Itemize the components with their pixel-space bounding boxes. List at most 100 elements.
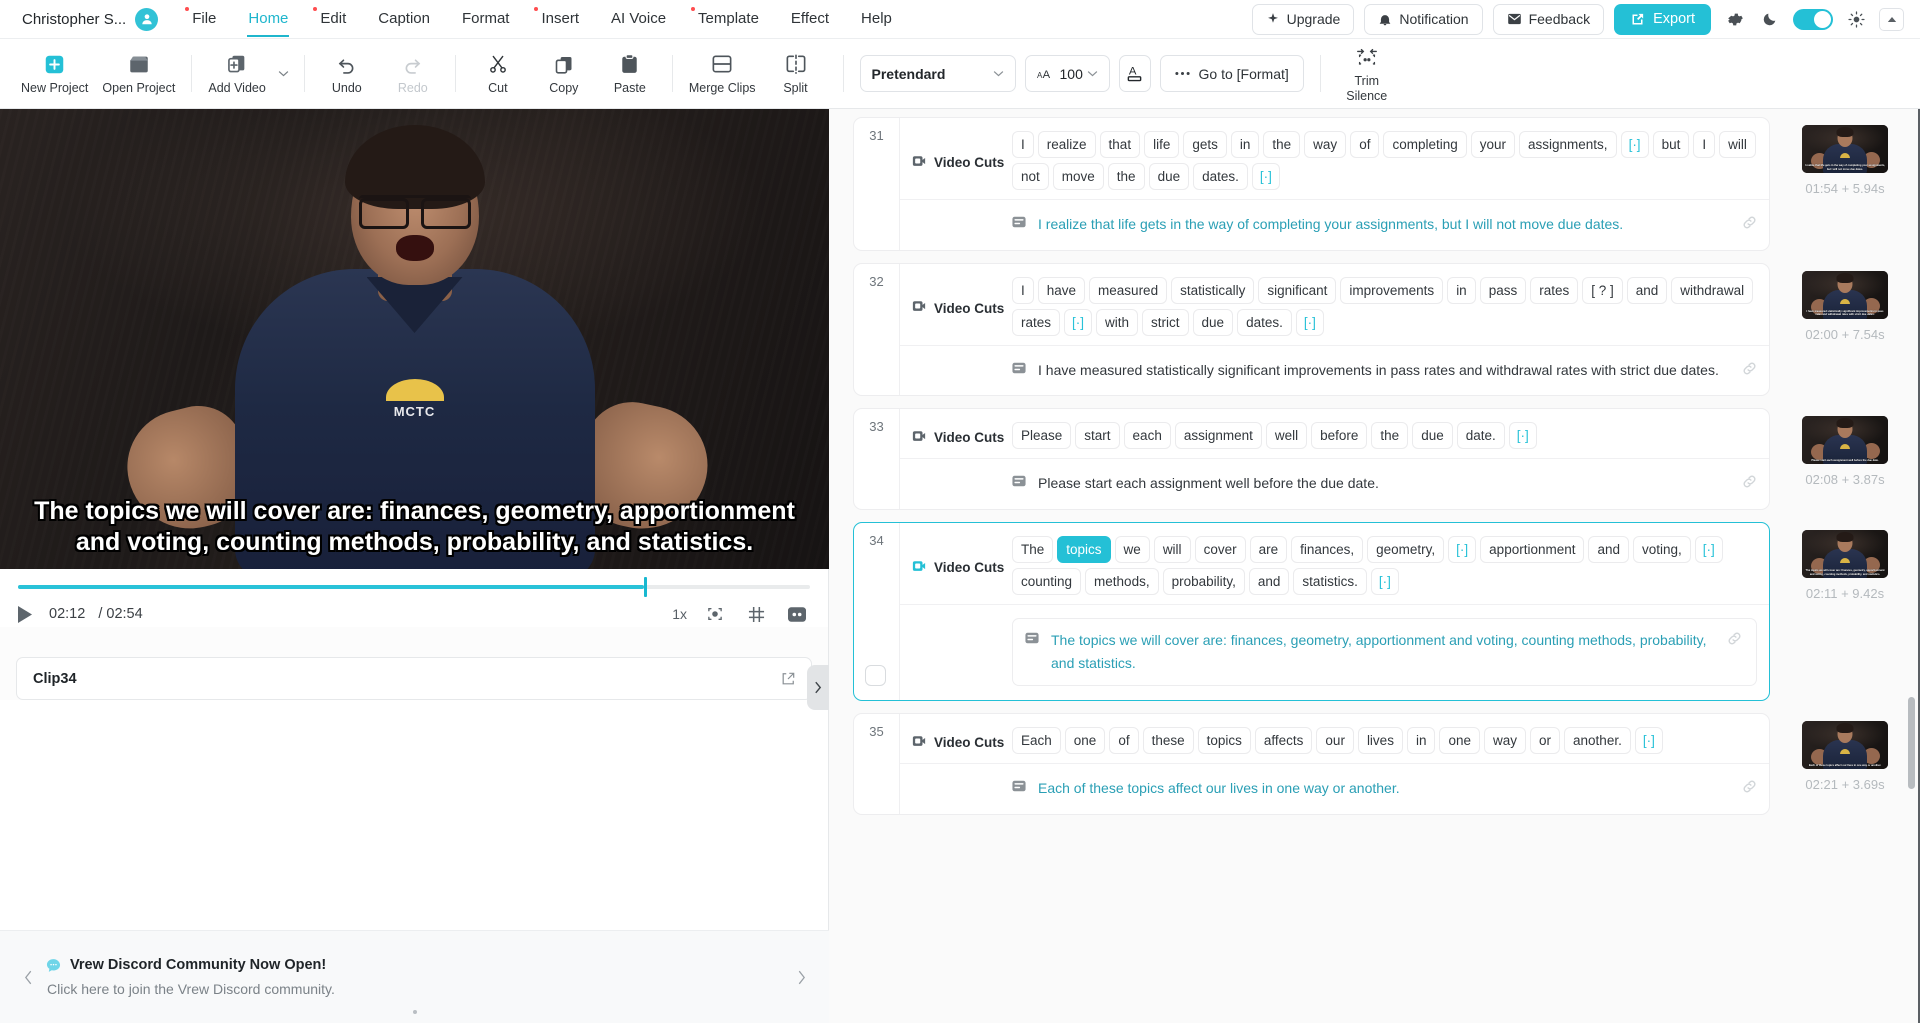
word-chip[interactable]: voting, — [1633, 536, 1691, 564]
row-thumbnail[interactable]: I have measured statistically significan… — [1802, 270, 1888, 319]
word-chip[interactable]: withdrawal — [1671, 276, 1754, 304]
go-to-format-button[interactable]: Go to [Format] — [1159, 55, 1304, 92]
paste-button[interactable]: Paste — [597, 39, 663, 108]
caption-container[interactable]: I realize that life gets in the way of c… — [1012, 213, 1757, 236]
word-chip[interactable]: that — [1099, 131, 1141, 158]
word-chip-gap[interactable]: [·] — [1064, 308, 1093, 336]
word-chip[interactable]: assignment — [1174, 422, 1262, 450]
collapse-ribbon-button[interactable] — [1879, 7, 1904, 31]
word-chip[interactable]: and — [1248, 568, 1290, 596]
caption-container[interactable]: Please start each assignment well before… — [1012, 472, 1757, 495]
word-chip[interactable]: realize — [1037, 131, 1096, 158]
gear-icon[interactable] — [1721, 6, 1747, 32]
word-chip[interactable]: and — [1588, 536, 1630, 564]
undo-button[interactable]: Undo — [314, 39, 380, 108]
caption-text[interactable]: Please start each assignment well before… — [1038, 472, 1732, 495]
word-chip[interactable]: affects — [1254, 727, 1313, 755]
word-chip[interactable]: geometry, — [1367, 536, 1445, 564]
link-icon[interactable] — [1742, 777, 1757, 799]
row-thumbnail[interactable]: I realize that life gets in the way of c… — [1802, 125, 1888, 173]
word-chip-gap[interactable]: [·] — [1620, 131, 1649, 158]
word-chip[interactable]: the — [1263, 131, 1301, 158]
word-chip[interactable]: improvements — [1340, 276, 1444, 304]
word-chip[interactable]: way — [1484, 727, 1527, 755]
word-chip[interactable]: one — [1064, 727, 1106, 755]
caption-text[interactable]: I realize that life gets in the way of c… — [1038, 213, 1732, 236]
word-chip[interactable]: are — [1249, 536, 1288, 564]
caption-text[interactable]: I have measured statistically significan… — [1038, 359, 1732, 382]
word-chip[interactable]: assignments, — [1519, 131, 1617, 158]
word-chip[interactable]: well — [1265, 422, 1308, 450]
user-account-chip[interactable]: Christopher S... — [10, 7, 168, 31]
row-thumbnail-item[interactable]: Please start each assignment well before… — [1770, 416, 1920, 487]
caption-text[interactable]: Each of these topics affect our lives in… — [1038, 777, 1732, 800]
link-icon[interactable] — [1742, 359, 1757, 381]
row-thumbnail[interactable]: Each of these topics affect our lives in… — [1802, 721, 1888, 770]
video-cuts-badge[interactable]: Video Cuts — [900, 418, 1012, 449]
word-chip[interactable]: have — [1037, 276, 1086, 304]
notice-prev-button[interactable] — [16, 970, 40, 985]
pane-collapse-handle[interactable] — [807, 665, 829, 710]
link-icon[interactable] — [1742, 472, 1757, 494]
menu-item-file[interactable]: File — [176, 1, 232, 37]
word-chip[interactable]: before — [1311, 422, 1368, 450]
subtitle-icon[interactable] — [784, 601, 810, 627]
sun-icon[interactable] — [1843, 6, 1869, 32]
word-chip[interactable]: Each — [1012, 727, 1061, 755]
word-chip[interactable]: in — [1447, 276, 1476, 304]
seek-bar-handle[interactable] — [643, 577, 647, 597]
open-external-icon[interactable] — [781, 672, 795, 686]
word-chip[interactable]: counting — [1012, 568, 1082, 596]
word-chip[interactable]: strict — [1142, 308, 1189, 336]
word-chip[interactable]: way — [1304, 131, 1347, 158]
word-chip[interactable]: life — [1144, 131, 1180, 158]
word-chip[interactable]: and — [1626, 276, 1668, 304]
row-thumbnail-item[interactable]: Each of these topics affect our lives in… — [1770, 721, 1920, 792]
word-chip[interactable]: dates. — [1237, 308, 1292, 336]
clip-card[interactable]: Clip34 — [16, 657, 812, 700]
word-chip-gap[interactable]: [·] — [1508, 422, 1537, 450]
add-video-button[interactable]: Add Video — [201, 39, 272, 108]
caption-text[interactable]: The topics we will cover are: finances, … — [1051, 629, 1717, 674]
word-chip[interactable]: statistically — [1171, 276, 1255, 304]
menu-item-ai-voice[interactable]: AI Voice — [595, 1, 682, 37]
grid-icon[interactable] — [743, 601, 769, 627]
moon-icon[interactable] — [1757, 6, 1783, 32]
word-chip[interactable]: these — [1142, 727, 1194, 755]
video-cuts-badge[interactable]: Video Cuts — [900, 723, 1012, 754]
upgrade-button[interactable]: Upgrade — [1251, 3, 1355, 35]
word-chip[interactable]: not — [1012, 163, 1049, 190]
word-chip[interactable]: start — [1075, 422, 1120, 450]
play-icon[interactable] — [18, 605, 32, 623]
word-chip[interactable]: we — [1114, 536, 1150, 564]
word-chip[interactable]: rates — [1012, 308, 1061, 336]
menu-item-edit[interactable]: Edit — [304, 1, 362, 37]
word-chip[interactable]: your — [1470, 131, 1516, 158]
word-chip[interactable]: with — [1096, 308, 1139, 336]
video-preview[interactable]: MCTC The topics we will cover are: finan… — [0, 109, 829, 569]
row-checkbox[interactable] — [865, 665, 886, 687]
video-cuts-badge[interactable]: Video Cuts — [900, 127, 1012, 190]
word-chip[interactable]: date. — [1456, 422, 1505, 450]
menu-item-help[interactable]: Help — [845, 1, 908, 37]
word-chip[interactable]: one — [1439, 727, 1480, 755]
word-chip[interactable]: I — [1012, 276, 1034, 304]
trim-silence-button[interactable]: Trim Silence — [1331, 39, 1403, 108]
word-chip[interactable]: move — [1052, 163, 1104, 190]
caption-container[interactable]: The topics we will cover are: finances, … — [1012, 618, 1757, 687]
word-chip[interactable]: topics — [1057, 536, 1111, 564]
word-chip[interactable]: measured — [1089, 276, 1168, 304]
seek-bar[interactable] — [18, 577, 810, 597]
word-chip[interactable]: gets — [1183, 131, 1227, 158]
word-chip[interactable]: I — [1693, 131, 1716, 158]
word-chip[interactable]: each — [1123, 422, 1171, 450]
menu-item-home[interactable]: Home — [232, 1, 304, 37]
word-chip[interactable]: in — [1406, 727, 1436, 755]
word-chip-gap[interactable]: [·] — [1694, 536, 1723, 564]
word-chip[interactable]: pass — [1479, 276, 1527, 304]
word-chip[interactable]: significant — [1258, 276, 1337, 304]
notice-next-button[interactable] — [789, 970, 813, 985]
word-chip[interactable]: dates. — [1193, 163, 1248, 190]
link-icon[interactable] — [1727, 629, 1742, 651]
word-chip[interactable]: will — [1153, 536, 1191, 564]
